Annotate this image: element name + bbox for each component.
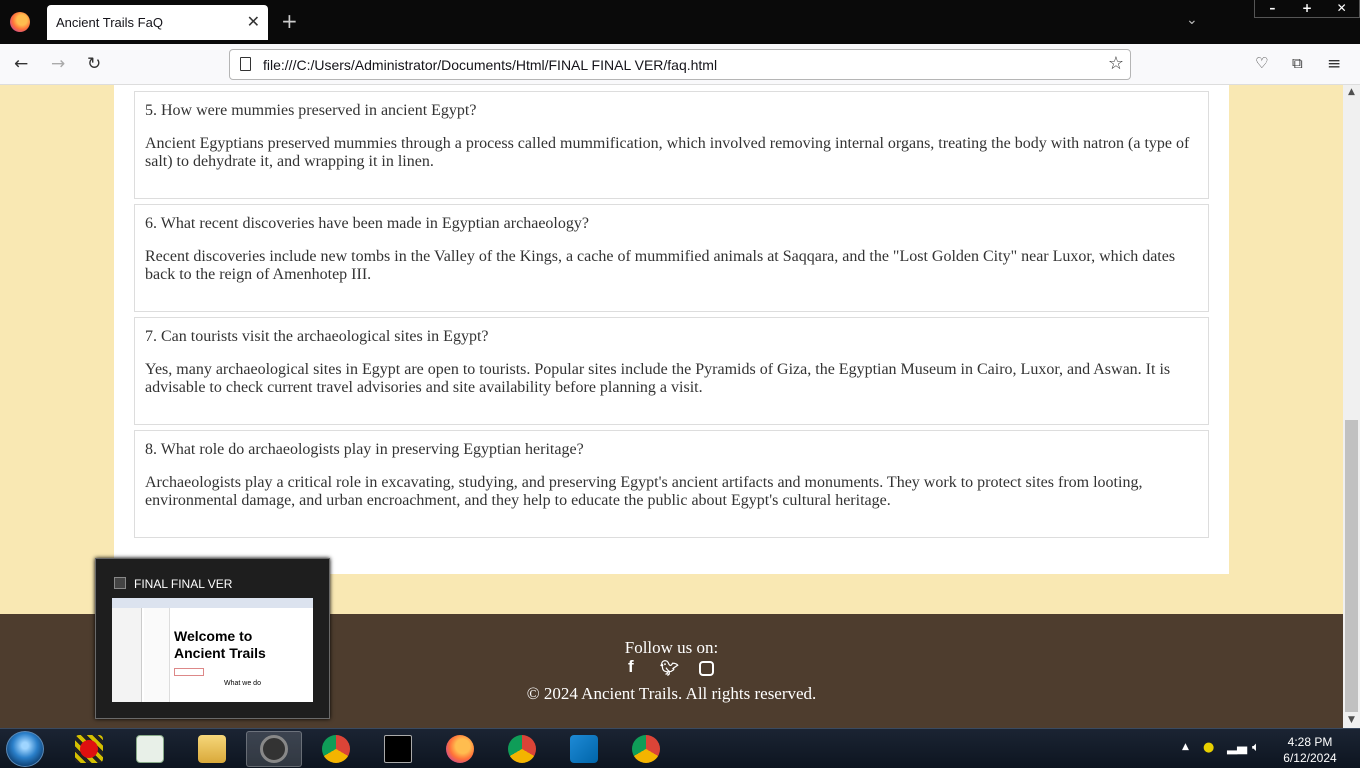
taskbar: ▲ ● ▂▄ 🔈︎ 4:28 PM 6/12/2024 <box>0 728 1360 768</box>
url-bar[interactable]: file:///C:/Users/Administrator/Documents… <box>229 49 1131 80</box>
firefox-icon[interactable] <box>10 12 30 32</box>
taskbar-chrome-2[interactable] <box>618 731 674 767</box>
faq-item: 6. What recent discoveries have been mad… <box>134 204 1209 312</box>
faq-container: 5. How were mummies preserved in ancient… <box>114 85 1229 574</box>
preview-title: FINAL FINAL VER <box>134 577 233 591</box>
page-icon <box>240 57 251 71</box>
reload-icon[interactable]: ↻ <box>87 54 101 74</box>
taskbar-firefox[interactable] <box>432 731 488 767</box>
back-icon[interactable]: ← <box>14 54 28 74</box>
taskbar-terminal[interactable] <box>370 731 426 767</box>
chrome-icon <box>508 735 536 763</box>
preview-tree <box>144 608 170 702</box>
scroll-up-icon[interactable]: ▲ <box>1343 85 1360 100</box>
page-scrollbar[interactable]: ▲ ▼ <box>1343 85 1360 728</box>
preview-screenshot[interactable]: Welcome to Ancient Trails What we do <box>112 598 313 702</box>
menu-icon[interactable]: ≡ <box>1327 54 1341 74</box>
forward-icon[interactable]: → <box>51 54 65 74</box>
url-text[interactable]: file:///C:/Users/Administrator/Documents… <box>263 57 717 73</box>
extensions-icon[interactable]: ⧉ <box>1292 54 1303 72</box>
scrollbar-thumb[interactable] <box>1345 420 1358 712</box>
faq-answer: Yes, many archaeological sites in Egypt … <box>145 361 1171 396</box>
pocket-icon[interactable]: ♡ <box>1255 54 1268 72</box>
camera-icon <box>260 735 288 763</box>
faq-question: 5. How were mummies preserved in ancient… <box>145 102 477 119</box>
faq-answer: Archaeologists play a critical role in e… <box>145 474 1143 509</box>
volume-icon[interactable]: 🔈︎ <box>1252 740 1260 755</box>
taskbar-thumbnail-preview[interactable]: FINAL FINAL VER Welcome to Ancient Trail… <box>95 558 330 719</box>
folder-icon <box>114 577 126 589</box>
taskbar-recorder[interactable] <box>61 731 117 767</box>
preview-sidebar <box>112 608 142 702</box>
browser-tab[interactable]: Ancient Trails FaQ ✕ <box>47 5 268 40</box>
notepad-icon <box>136 735 164 763</box>
faq-item: 8. What role do archaeologists play in p… <box>134 430 1209 538</box>
taskbar-camera[interactable] <box>246 731 302 767</box>
tab-title: Ancient Trails FaQ <box>56 15 163 30</box>
preview-heading: Welcome to Ancient Trails <box>174 628 266 661</box>
list-tabs-icon[interactable]: ⌄ <box>1186 12 1198 28</box>
close-tab-icon[interactable]: ✕ <box>247 12 260 31</box>
record-icon <box>75 735 103 763</box>
start-button[interactable] <box>6 731 44 767</box>
taskbar-explorer[interactable] <box>184 731 240 767</box>
taskbar-vscode[interactable] <box>556 731 612 767</box>
new-tab-icon[interactable]: + <box>281 9 298 33</box>
bookmark-star-icon[interactable]: ☆ <box>1108 53 1124 74</box>
taskbar-chrome[interactable] <box>308 731 364 767</box>
folder-icon <box>198 735 226 763</box>
preview-button <box>174 668 204 676</box>
clock-date: 6/12/2024 <box>1283 751 1337 765</box>
faq-question: 8. What role do archaeologists play in p… <box>145 441 584 458</box>
instagram-icon[interactable] <box>699 661 714 676</box>
preview-toolbar <box>112 598 313 608</box>
facebook-icon[interactable]: f <box>628 657 634 677</box>
firefox-icon <box>446 735 474 763</box>
show-hidden-icons-icon[interactable]: ▲ <box>1182 742 1189 752</box>
window-controls: – + ✕ <box>1254 0 1360 18</box>
navigation-bar: ← → ↻ file:///C:/Users/Administrator/Doc… <box>0 44 1360 85</box>
maximize-icon[interactable]: + <box>1290 0 1325 17</box>
clock-time: 4:28 PM <box>1287 735 1333 749</box>
faq-question: 7. Can tourists visit the archaeological… <box>145 328 489 345</box>
chrome-icon <box>632 735 660 763</box>
clock[interactable]: 4:28 PM 6/12/2024 <box>1278 734 1342 766</box>
minimize-icon[interactable]: – <box>1255 0 1290 17</box>
scroll-down-icon[interactable]: ▼ <box>1343 713 1360 728</box>
signal-icon[interactable]: ▂▄ <box>1227 740 1247 755</box>
close-window-icon[interactable]: ✕ <box>1324 0 1359 17</box>
preview-subtext: What we do <box>224 680 261 687</box>
faq-answer: Ancient Egyptians preserved mummies thro… <box>145 135 1190 170</box>
vscode-icon <box>570 735 598 763</box>
network-status-icon[interactable]: ● <box>1203 740 1214 755</box>
faq-item: 5. How were mummies preserved in ancient… <box>134 91 1209 199</box>
twitter-icon[interactable]: 🐦︎ <box>660 659 679 677</box>
taskbar-chrome-profile[interactable] <box>494 731 550 767</box>
terminal-icon <box>384 735 412 763</box>
social-links: f 🐦︎ <box>620 657 720 681</box>
taskbar-notepad[interactable] <box>122 731 178 767</box>
faq-answer: Recent discoveries include new tombs in … <box>145 248 1176 283</box>
faq-item: 7. Can tourists visit the archaeological… <box>134 317 1209 425</box>
tab-bar: Ancient Trails FaQ ✕ + ⌄ – + ✕ <box>0 0 1360 44</box>
chrome-icon <box>322 735 350 763</box>
faq-question: 6. What recent discoveries have been mad… <box>145 215 589 232</box>
